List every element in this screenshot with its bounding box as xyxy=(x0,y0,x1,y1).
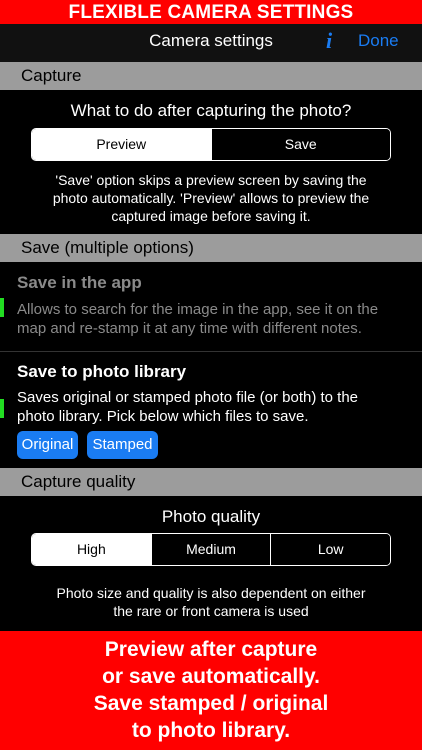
save-in-app-title[interactable]: Save in the app xyxy=(17,273,142,293)
capture-help-line: 'Save' option skips a preview screen by … xyxy=(55,172,367,188)
quality-option-medium[interactable]: Medium xyxy=(150,534,271,565)
capture-help-line: captured image before saving it. xyxy=(111,208,311,224)
quality-note-line: Photo size and quality is also dependent… xyxy=(56,585,366,601)
photo-quality-segmented-control: High Medium Low xyxy=(31,533,391,566)
save-in-app-marker xyxy=(0,298,4,317)
quality-note-line: the rare or front camera is used xyxy=(113,603,309,619)
divider xyxy=(0,351,422,352)
desc-line: Saves original or stamped photo file (or… xyxy=(17,389,359,406)
quality-note-text: Photo size and quality is also dependent… xyxy=(16,584,406,620)
promo-line: to photo library. xyxy=(131,719,291,742)
save-in-app-description: Allows to search for the image in the ap… xyxy=(17,300,412,338)
save-to-library-description: Saves original or stamped photo file (or… xyxy=(17,388,412,426)
capture-help-text: 'Save' option skips a preview screen by … xyxy=(16,171,406,225)
quality-option-high[interactable]: High xyxy=(32,534,151,565)
desc-line: photo library. Pick below which files to… xyxy=(17,408,309,425)
photo-quality-label: Photo quality xyxy=(161,507,261,526)
capture-help-line: photo automatically. 'Preview' allows to… xyxy=(52,190,370,206)
capture-mode-segmented-control: Preview Save xyxy=(31,128,391,161)
desc-line: map and re-stamp it at any time with dif… xyxy=(17,320,362,337)
desc-line: Allows to search for the image in the ap… xyxy=(17,301,379,318)
save-to-library-marker xyxy=(0,399,4,418)
done-button[interactable]: Done xyxy=(358,24,399,58)
promo-line: Preview after capture xyxy=(104,638,318,661)
promo-top-banner: FLEXIBLE CAMERA SETTINGS xyxy=(0,0,422,24)
quality-option-low[interactable]: Low xyxy=(270,534,390,565)
section-header-capture: Capture xyxy=(0,62,422,90)
capture-option-save[interactable]: Save xyxy=(210,129,390,160)
section-header-quality: Capture quality xyxy=(0,468,422,496)
promo-line: or save automatically. xyxy=(102,665,320,688)
save-to-library-title[interactable]: Save to photo library xyxy=(17,362,186,382)
promo-bottom-banner: Preview after capture or save automatica… xyxy=(0,631,422,750)
promo-line: Save stamped / original xyxy=(93,692,329,715)
capture-question: What to do after capturing the photo? xyxy=(70,101,352,120)
original-toggle-button[interactable]: Original xyxy=(17,431,78,459)
stamped-toggle-button[interactable]: Stamped xyxy=(87,431,158,459)
info-icon[interactable]: i xyxy=(320,28,338,54)
navigation-bar: Camera settings i Done xyxy=(0,24,422,62)
section-header-save: Save (multiple options) xyxy=(0,234,422,262)
capture-option-preview[interactable]: Preview xyxy=(32,129,211,160)
